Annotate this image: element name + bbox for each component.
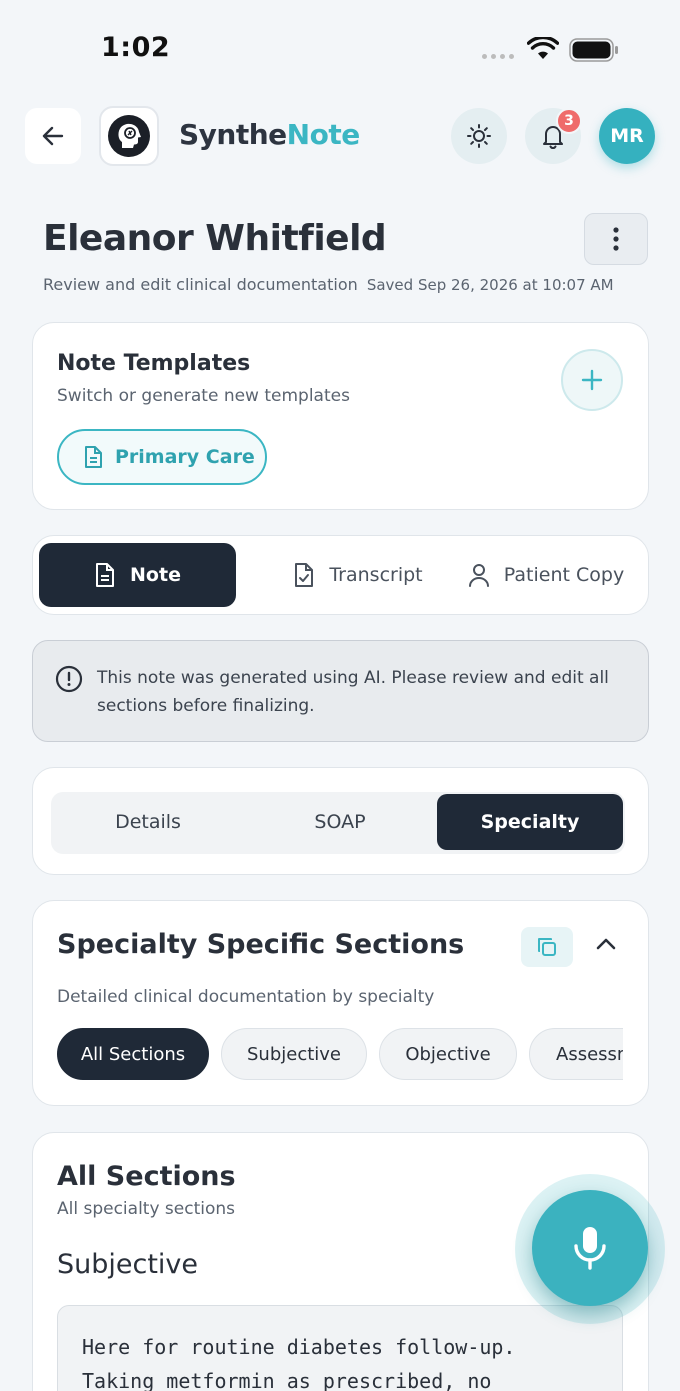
status-time: 1:02 bbox=[101, 32, 171, 63]
tab-note-label: Note bbox=[130, 564, 181, 586]
document-check-icon bbox=[295, 563, 314, 587]
tab-transcript-label: Transcript bbox=[329, 564, 423, 586]
chip-subjective[interactable]: Subjective bbox=[221, 1028, 367, 1080]
all-sections-title: All Sections bbox=[57, 1161, 236, 1192]
chevron-up-icon[interactable] bbox=[593, 931, 619, 957]
segment-specialty[interactable]: Specialty bbox=[437, 794, 623, 850]
patient-name: Eleanor Whitfield bbox=[43, 218, 387, 259]
arrow-left-icon bbox=[42, 126, 64, 146]
more-options-button[interactable] bbox=[584, 213, 648, 265]
theme-toggle-button[interactable] bbox=[451, 108, 507, 164]
templates-title: Note Templates bbox=[57, 351, 251, 376]
ai-notice-banner: This note was generated using AI. Please… bbox=[32, 640, 649, 742]
template-chip-label: Primary Care bbox=[115, 446, 255, 468]
alert-circle-icon bbox=[55, 665, 83, 693]
wifi-icon bbox=[527, 37, 559, 59]
specialty-subtitle: Detailed clinical documentation by speci… bbox=[57, 987, 435, 1007]
chip-all-sections[interactable]: All Sections bbox=[57, 1028, 209, 1080]
brand-name-part1: Synthe bbox=[179, 118, 287, 151]
copy-icon bbox=[538, 938, 556, 956]
user-icon bbox=[468, 564, 489, 587]
section-filter-chips: All Sections Subjective Objective Assess… bbox=[57, 1028, 623, 1084]
cellular-signal-icon bbox=[482, 54, 514, 59]
templates-subtitle: Switch or generate new templates bbox=[57, 386, 350, 406]
plus-icon bbox=[581, 369, 603, 391]
tab-note[interactable]: Note bbox=[39, 543, 236, 607]
brand-name-part2: Note bbox=[286, 118, 361, 151]
subjective-heading: Subjective bbox=[57, 1249, 199, 1280]
app-logo bbox=[99, 106, 159, 166]
patient-subtitle-row: Review and edit clinical documentation S… bbox=[43, 275, 614, 294]
all-sections-subtitle: All specialty sections bbox=[57, 1199, 236, 1219]
status-bar: 1:02 bbox=[0, 0, 680, 100]
note-format-segmented-control: Details SOAP Specialty bbox=[51, 792, 625, 854]
segment-details[interactable]: Details bbox=[53, 794, 243, 850]
note-document-icon bbox=[96, 563, 115, 587]
tab-patient-copy-label: Patient Copy bbox=[503, 564, 625, 586]
specialty-title: Specialty Specific Sections bbox=[57, 929, 465, 960]
view-tabs: Note Transcript Patient Copy bbox=[32, 535, 649, 615]
patient-subtitle: Review and edit clinical documentation bbox=[43, 275, 358, 294]
back-button[interactable] bbox=[25, 108, 81, 164]
tab-patient-copy[interactable]: Patient Copy bbox=[458, 543, 634, 607]
chip-assessment[interactable]: Assessment bbox=[529, 1028, 623, 1080]
template-chip-primary-care[interactable]: Primary Care bbox=[57, 429, 267, 485]
sun-icon bbox=[467, 124, 491, 148]
copy-button[interactable] bbox=[521, 927, 573, 967]
segment-soap[interactable]: SOAP bbox=[245, 794, 435, 850]
add-template-button[interactable] bbox=[561, 349, 623, 411]
user-avatar[interactable]: MR bbox=[599, 108, 655, 164]
specialty-sections-card: Specialty Specific Sections Detailed cli… bbox=[32, 900, 649, 1106]
battery-icon bbox=[569, 38, 618, 62]
notification-count-badge: 3 bbox=[556, 108, 582, 134]
brand-name: SyntheNote bbox=[179, 118, 360, 151]
tab-transcript[interactable]: Transcript bbox=[268, 543, 448, 607]
more-vertical-icon bbox=[613, 227, 619, 251]
note-format-card: Details SOAP Specialty bbox=[32, 767, 649, 875]
record-mic-button[interactable] bbox=[532, 1190, 648, 1306]
ai-notice-text: This note was generated using AI. Please… bbox=[97, 668, 609, 716]
saved-timestamp: Saved Sep 26, 2026 at 10:07 AM bbox=[366, 276, 614, 294]
head-brain-logo-icon bbox=[108, 115, 150, 157]
note-templates-card: Note Templates Switch or generate new te… bbox=[32, 322, 649, 510]
chip-objective[interactable]: Objective bbox=[379, 1028, 517, 1080]
subjective-text-editor[interactable]: Here for routine diabetes follow-up. Tak… bbox=[57, 1305, 623, 1391]
microphone-icon bbox=[574, 1227, 606, 1270]
document-icon bbox=[85, 446, 102, 468]
